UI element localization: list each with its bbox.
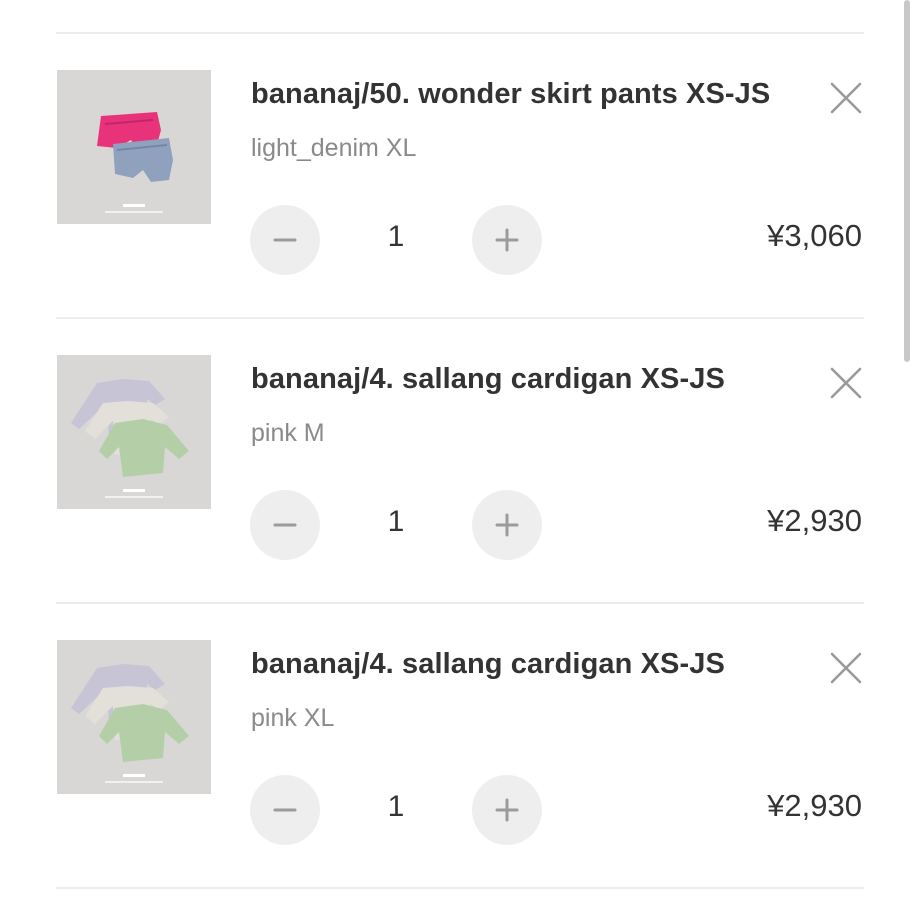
product-image[interactable] xyxy=(57,70,211,224)
quantity-value: 1 xyxy=(387,790,405,823)
quantity-value: 1 xyxy=(387,505,405,538)
product-title[interactable]: bananaj/4. sallang cardigan XS-JS xyxy=(251,648,725,681)
close-icon xyxy=(830,82,862,114)
plus-icon xyxy=(495,798,519,822)
scrollbar[interactable] xyxy=(904,0,910,362)
remove-item-button[interactable] xyxy=(826,78,866,118)
product-image[interactable] xyxy=(57,355,211,509)
remove-item-button[interactable] xyxy=(826,648,866,688)
close-icon xyxy=(830,367,862,399)
plus-icon xyxy=(495,513,519,537)
increase-quantity-button[interactable] xyxy=(472,490,542,560)
quantity-value: 1 xyxy=(387,220,405,253)
cart-item: bananaj/4. sallang cardigan XS-JS pink X… xyxy=(0,602,920,887)
minus-icon xyxy=(273,238,297,242)
product-image[interactable] xyxy=(57,640,211,794)
increase-quantity-button[interactable] xyxy=(472,205,542,275)
product-variant: pink M xyxy=(251,419,325,447)
decrease-quantity-button[interactable] xyxy=(250,490,320,560)
minus-icon xyxy=(273,523,297,527)
divider xyxy=(56,887,864,889)
minus-icon xyxy=(273,808,297,812)
cardigan-thumbnail-icon xyxy=(57,640,211,794)
product-variant: light_denim XL xyxy=(251,134,417,162)
close-icon xyxy=(830,652,862,684)
cart-item: bananaj/4. sallang cardigan XS-JS pink M… xyxy=(0,317,920,602)
skirt-pants-thumbnail-icon xyxy=(57,70,211,224)
product-title[interactable]: bananaj/50. wonder skirt pants XS-JS xyxy=(251,78,770,111)
cart-item: bananaj/50. wonder skirt pants XS-JS lig… xyxy=(0,32,920,317)
increase-quantity-button[interactable] xyxy=(472,775,542,845)
plus-icon xyxy=(495,228,519,252)
item-price: ¥2,930 xyxy=(767,788,862,823)
cardigan-thumbnail-icon xyxy=(57,355,211,509)
product-title[interactable]: bananaj/4. sallang cardigan XS-JS xyxy=(251,363,725,396)
item-price: ¥2,930 xyxy=(767,503,862,538)
item-price: ¥3,060 xyxy=(767,218,862,253)
decrease-quantity-button[interactable] xyxy=(250,205,320,275)
remove-item-button[interactable] xyxy=(826,363,866,403)
product-variant: pink XL xyxy=(251,704,335,732)
decrease-quantity-button[interactable] xyxy=(250,775,320,845)
